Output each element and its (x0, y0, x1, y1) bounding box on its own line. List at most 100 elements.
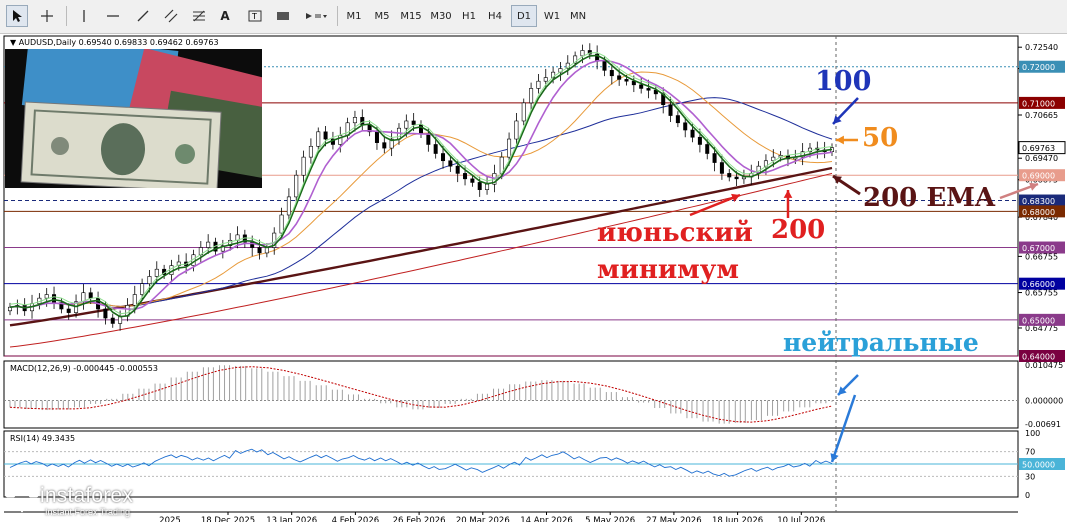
annotation-50: 50 (862, 123, 899, 153)
timeframe-h1[interactable]: H1 (457, 5, 481, 27)
time-axis-label: 20 Mar 2026 (456, 516, 510, 522)
candle-body (448, 160, 453, 167)
candle-body (441, 153, 446, 162)
price-axis-label: 0.69470 (1025, 154, 1058, 163)
time-axis-label: 14 Apr 2026 (520, 516, 573, 522)
timeframe-w1[interactable]: W1 (540, 5, 564, 27)
timeframe-m30[interactable]: M30 (427, 5, 455, 27)
channel-tool-icon[interactable] (160, 5, 182, 27)
timeframe-m15[interactable]: M15 (397, 5, 425, 27)
candle-body (140, 283, 145, 295)
crosshair-tool-icon[interactable] (36, 5, 58, 27)
candle-body (683, 122, 688, 131)
candle-body (617, 75, 622, 80)
time-axis-label: 27 May 2026 (646, 516, 701, 522)
candle-body (147, 276, 152, 284)
candle-body (470, 178, 475, 183)
text-tool-icon[interactable]: A (214, 5, 236, 27)
shapes-dropdown-icon[interactable] (302, 5, 330, 27)
candle-body (514, 120, 519, 140)
candle-body (44, 294, 49, 299)
symbol-header: ▼ AUDUSD,Daily 0.69540 0.69833 0.69462 0… (10, 38, 219, 47)
candle-body (352, 117, 357, 124)
timeframe-mn[interactable]: MN (566, 5, 590, 27)
candle-body (433, 144, 438, 154)
price-axis-label: 0.66755 (1025, 252, 1058, 261)
candle-body (154, 268, 159, 277)
level-tag-label: 0.68000 (1022, 208, 1055, 217)
logo-text: instaforex (40, 484, 134, 507)
time-axis-label: 18 Jun 2026 (712, 516, 763, 522)
candle-body (529, 88, 534, 104)
candle-body (132, 294, 137, 306)
rsi-axis-label: 100 (1025, 429, 1040, 438)
candle-body (727, 173, 732, 178)
macd-axis-label: 0.000000 (1025, 397, 1063, 406)
candle-body (418, 124, 423, 134)
level-tag-label: 0.68300 (1022, 197, 1055, 206)
timeframe-h4[interactable]: H4 (483, 5, 507, 27)
timeframe-m5[interactable]: M5 (369, 5, 395, 27)
level-tag-label: 0.71000 (1022, 99, 1055, 108)
candle-body (463, 173, 468, 180)
macd-header: MACD(12,26,9) -0.000445 -0.000553 (10, 364, 158, 373)
time-axis-label: 13 Jan 2026 (266, 516, 317, 522)
candle-body (301, 156, 306, 176)
candle-body (690, 129, 695, 138)
level-tag-label: 0.65000 (1022, 316, 1055, 325)
annotation-june-low-line2: минимум (597, 255, 739, 285)
candle-body (639, 84, 644, 89)
rectangle-tool-icon[interactable] (272, 5, 294, 27)
chart-toolbar: A T M1 M5 M15 M30 H1 H4 D1 W1 MN (0, 0, 1067, 34)
currency-banknotes-photo (5, 49, 262, 188)
instaforex-logo-icon (5, 479, 39, 513)
timeframe-d1[interactable]: D1 (511, 5, 537, 27)
time-axis-label: 2025 (159, 516, 181, 522)
macd-axis-label: -0.00691 (1025, 420, 1061, 429)
horizontal-line-tool-icon[interactable] (102, 5, 124, 27)
macd-axis-label: 0.010475 (1025, 361, 1063, 370)
annotation-100: 100 (815, 66, 872, 97)
svg-text:T: T (251, 12, 257, 21)
candle-body (257, 247, 262, 254)
cursor-tool-icon[interactable] (6, 5, 28, 27)
rsi-axis-label: 30 (1025, 472, 1035, 481)
candle-body (646, 88, 651, 91)
price-axis-label: 0.72540 (1025, 43, 1058, 52)
candle-body (477, 182, 482, 190)
candle-body (507, 138, 512, 158)
candle-body (103, 308, 108, 319)
level-tag-label: 0.66000 (1022, 280, 1055, 289)
candle-body (66, 308, 71, 313)
candle-body (521, 102, 526, 122)
vertical-line-tool-icon[interactable] (74, 5, 94, 27)
price-axis-label: 0.70665 (1025, 111, 1058, 120)
candle-body (286, 196, 291, 216)
candle-body (374, 131, 379, 143)
time-axis-label: 10 Jul 2026 (777, 516, 825, 522)
time-axis-label: 26 Feb 2026 (393, 516, 446, 522)
candle-body (455, 165, 460, 174)
candle-body (404, 120, 409, 129)
candle-body (624, 79, 629, 82)
level-tag-label: 0.69000 (1022, 172, 1055, 181)
label-tool-icon[interactable]: T (244, 5, 266, 27)
rsi-axis-label: 70 (1025, 448, 1035, 457)
annotation-200-sma: 200 (771, 215, 826, 245)
candle-body (734, 176, 739, 180)
candle-body (316, 131, 321, 147)
time-axis-label: 5 May 2026 (585, 516, 635, 522)
candle-body (697, 136, 702, 145)
candle-body (602, 61, 607, 71)
candle-body (668, 104, 673, 116)
fibonacci-tool-icon[interactable] (188, 5, 210, 27)
price-axis-label: 0.65755 (1025, 289, 1058, 298)
trendline-tool-icon[interactable] (132, 5, 154, 27)
candle-body (543, 77, 548, 82)
rsi-header: RSI(14) 49.3435 (10, 434, 75, 443)
candle-body (323, 131, 328, 140)
candle-body (705, 144, 710, 154)
timeframe-m1[interactable]: M1 (342, 5, 366, 27)
level-tag-label: 0.72000 (1022, 63, 1055, 72)
time-axis-label: 4 Feb 2026 (332, 516, 380, 522)
